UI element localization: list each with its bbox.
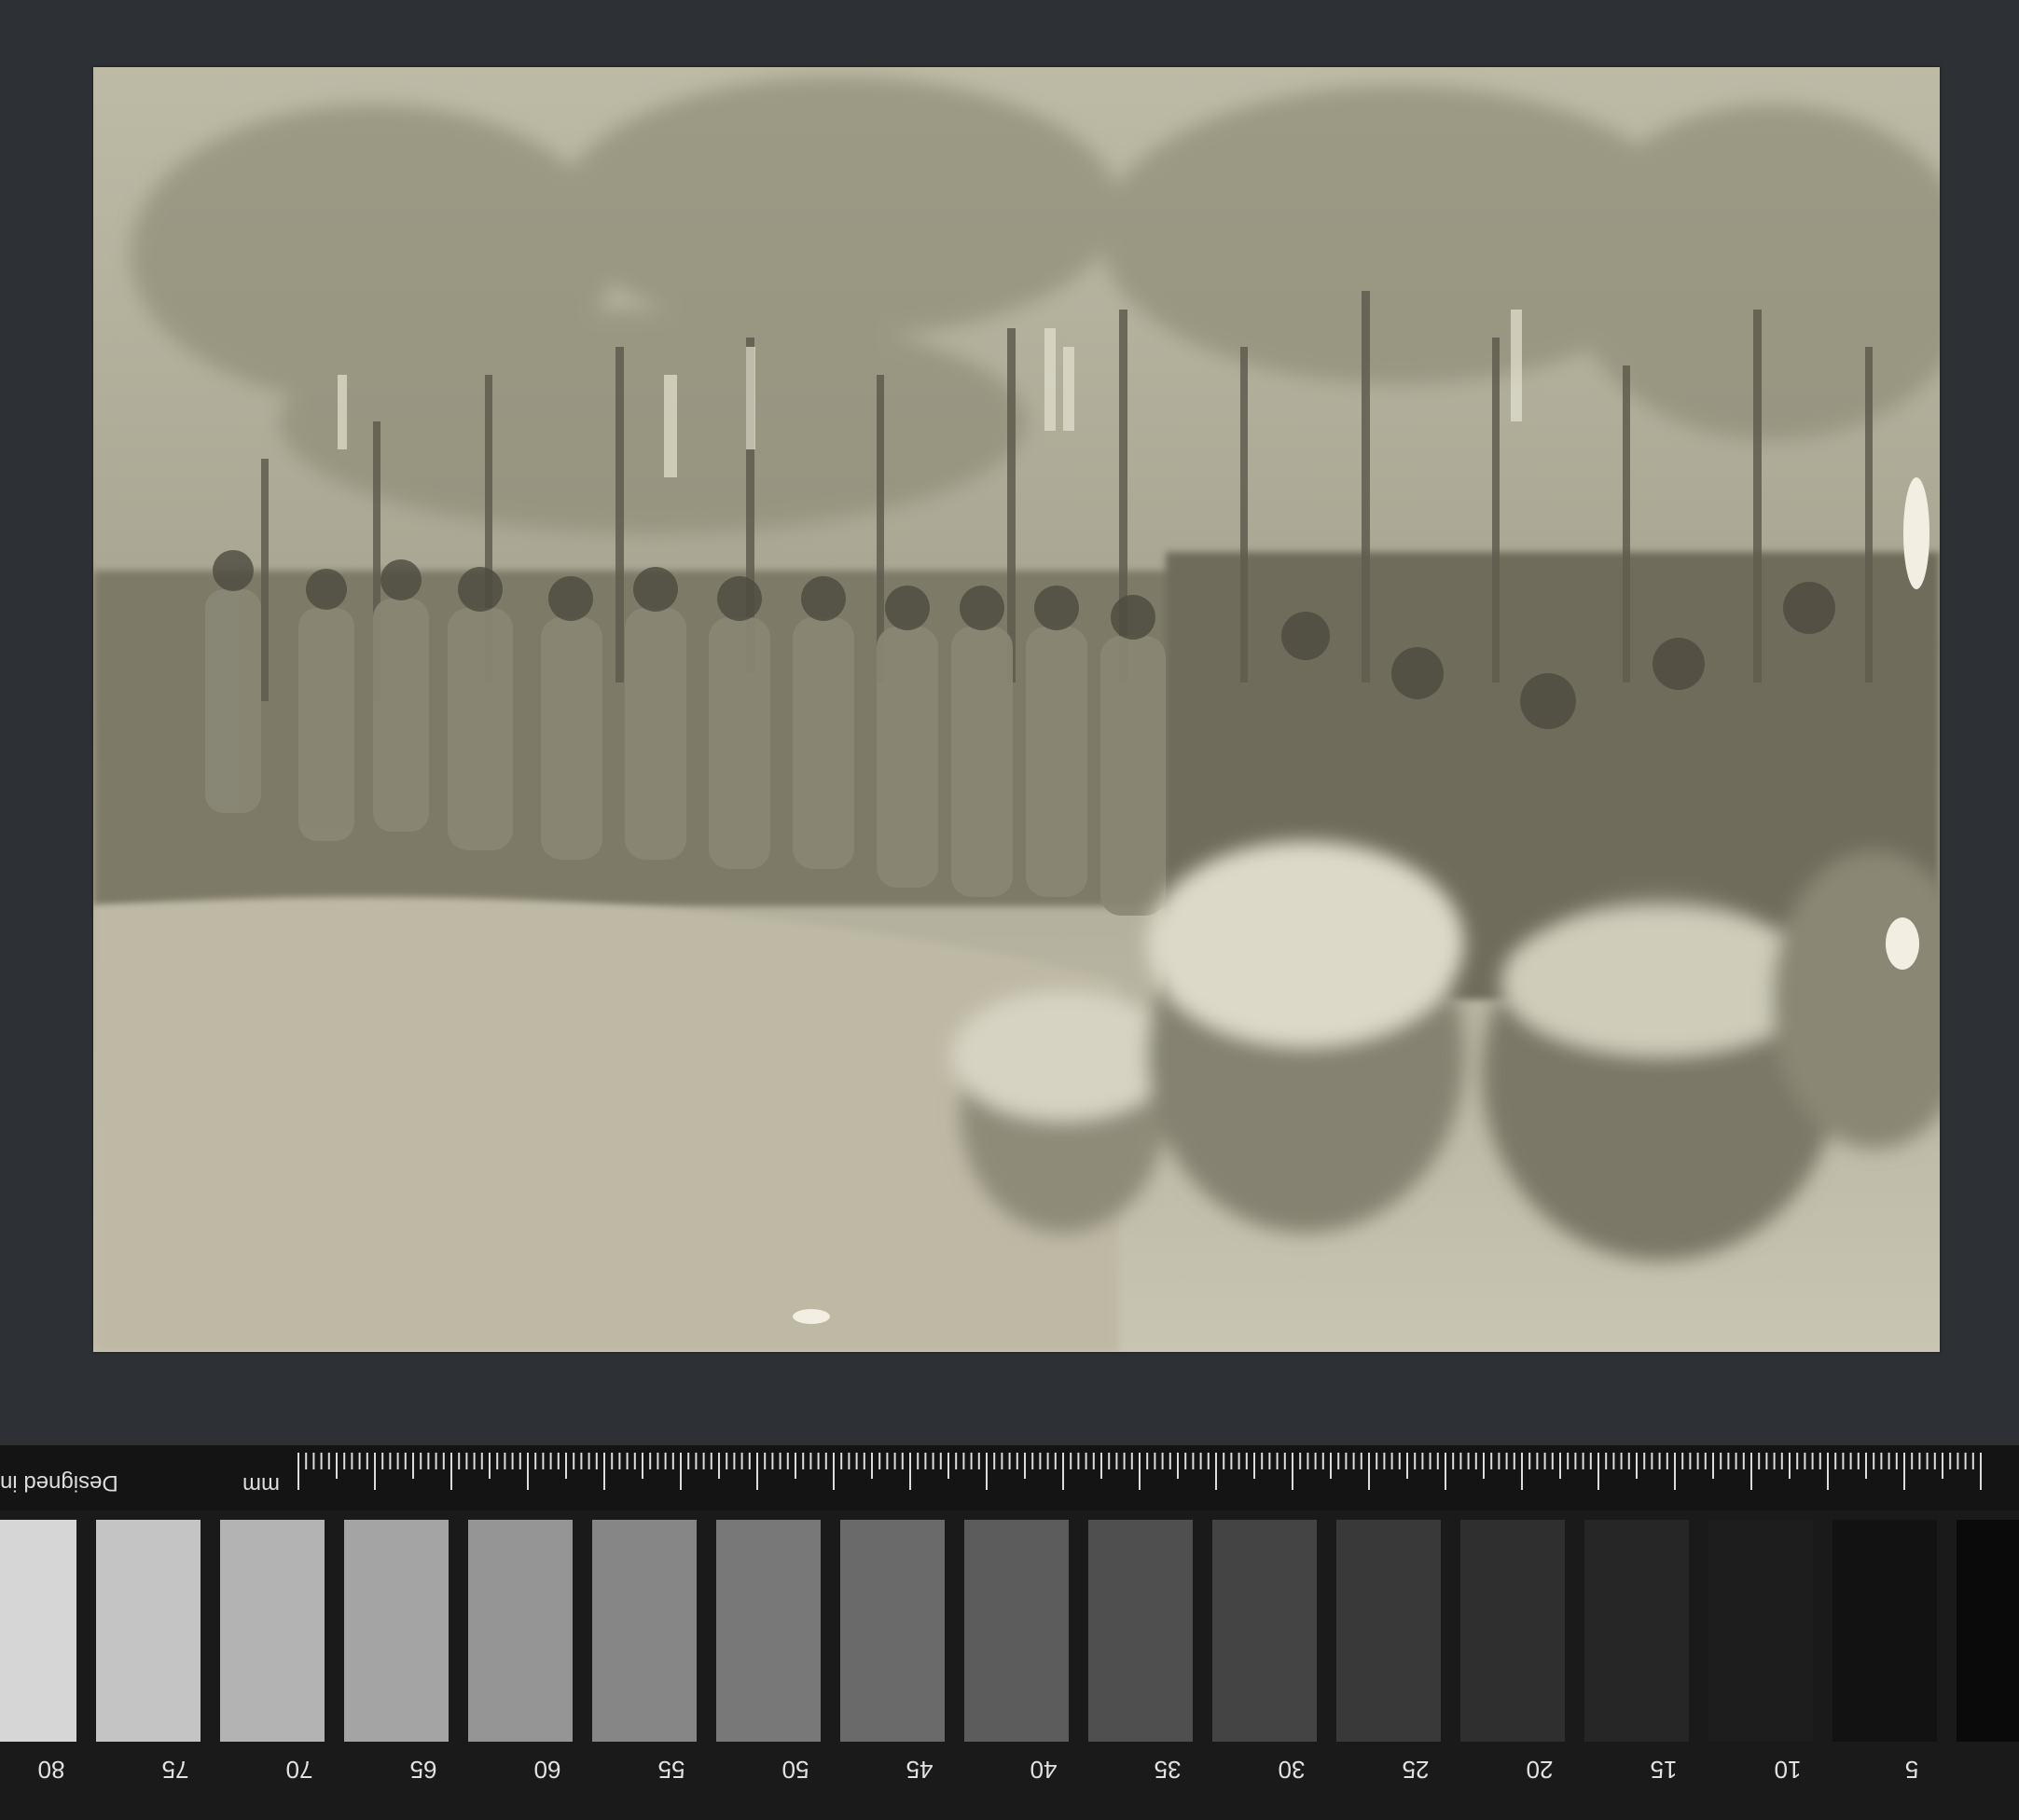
gray-patch	[220, 1520, 325, 1742]
gray-patch	[1584, 1520, 1689, 1742]
gray-patch	[1460, 1520, 1565, 1742]
photo-image	[93, 67, 1940, 1352]
patch-number: 30	[1278, 1756, 1306, 1784]
unit-label: mm	[242, 1472, 280, 1497]
patch-number: 45	[906, 1756, 933, 1784]
patch-number: 65	[409, 1756, 437, 1784]
patch-number: 40	[1030, 1756, 1058, 1784]
gray-patch	[964, 1520, 1069, 1742]
gray-patch	[344, 1520, 449, 1742]
ruler-ticks	[297, 1453, 1982, 1490]
gray-patch	[1832, 1520, 1937, 1742]
gray-patch	[1336, 1520, 1441, 1742]
gray-patch	[1708, 1520, 1813, 1742]
patch-number: 75	[161, 1756, 189, 1784]
patch-number: 80	[37, 1756, 65, 1784]
patch-number: 60	[533, 1756, 561, 1784]
patch-number: 10	[1774, 1756, 1802, 1784]
gray-patch	[716, 1520, 821, 1742]
gray-patch	[96, 1520, 201, 1742]
patch-number: 50	[781, 1756, 809, 1784]
patch-number: 5	[1904, 1756, 1919, 1784]
gray-patch	[1088, 1520, 1193, 1742]
gray-patch	[1957, 1520, 2019, 1742]
patch-number: 25	[1402, 1756, 1430, 1784]
patch-number: 35	[1154, 1756, 1182, 1784]
gray-patch	[0, 1520, 76, 1742]
mount-board	[0, 0, 2019, 1436]
photograph	[93, 67, 1940, 1352]
mm-ruler: Designed in mm	[0, 1445, 2019, 1510]
color-target: Designed in mm 80 75 70 65 60 55 50 45 40 35 30 25 2…	[0, 1445, 2019, 1820]
gray-patch	[592, 1520, 697, 1742]
patch-number: 20	[1526, 1756, 1554, 1784]
gray-patch	[468, 1520, 573, 1742]
patch-number: 70	[285, 1756, 313, 1784]
gray-patch	[1212, 1520, 1317, 1742]
gray-patch	[840, 1520, 945, 1742]
patch-number: 55	[657, 1756, 685, 1784]
brand-text: Designed in	[0, 1470, 118, 1496]
patch-number: 15	[1650, 1756, 1678, 1784]
